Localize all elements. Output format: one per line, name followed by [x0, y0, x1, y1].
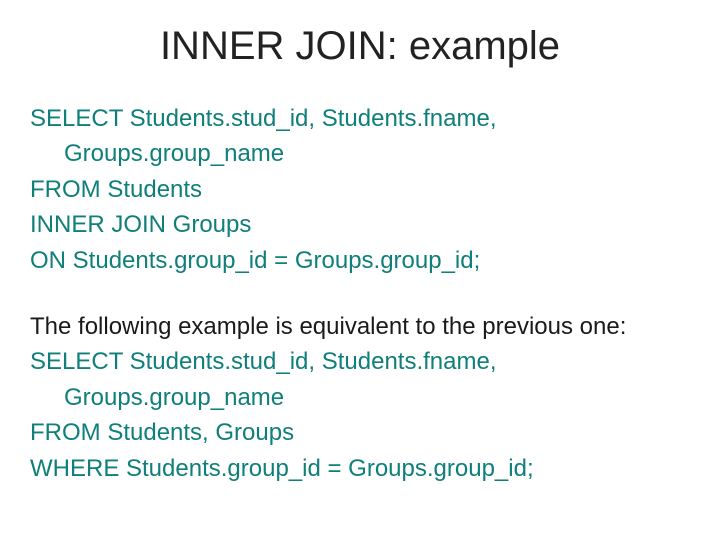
sql1-from: FROM Students — [30, 174, 690, 206]
sql1-join: INNER JOIN Groups — [30, 209, 690, 241]
sql1-select-line1: SELECT Students.stud_id, Students.fname, — [30, 103, 690, 135]
slide: INNER JOIN: example SELECT Students.stud… — [0, 0, 720, 540]
slide-body: SELECT Students.stud_id, Students.fname,… — [30, 103, 690, 485]
sql1-select-line2: Groups.group_name — [30, 138, 690, 170]
sql2-select-line1: SELECT Students.stud_id, Students.fname, — [30, 346, 690, 378]
sql1-on: ON Students.group_id = Groups.group_id; — [30, 245, 690, 277]
slide-title: INNER JOIN: example — [30, 24, 690, 69]
sql2-where: WHERE Students.group_id = Groups.group_i… — [30, 453, 690, 485]
sql2-select-line2: Groups.group_name — [30, 382, 690, 414]
equivalence-note: The following example is equivalent to t… — [30, 311, 690, 343]
sql2-from: FROM Students, Groups — [30, 417, 690, 449]
spacer — [30, 280, 690, 308]
